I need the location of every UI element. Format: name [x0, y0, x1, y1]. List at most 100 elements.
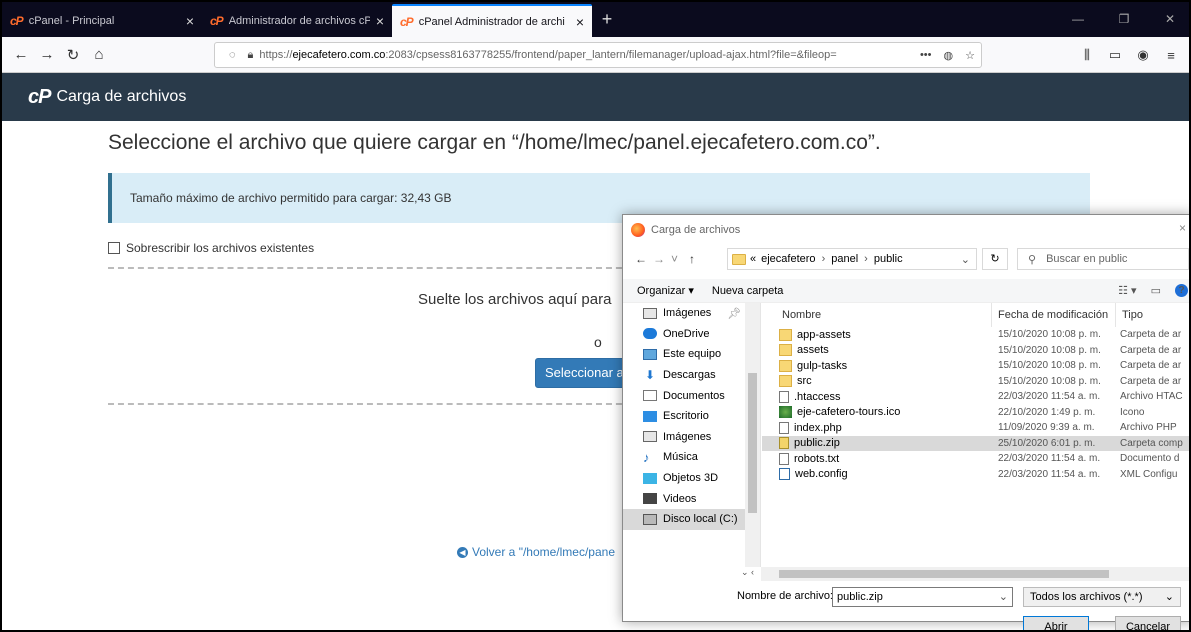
local-disk-icon: [643, 513, 657, 525]
breadcrumb-ejecafetero[interactable]: ejecafetero: [761, 253, 815, 265]
tree-item-imagenes[interactable]: Imágenes: [623, 427, 760, 448]
file-row-selected[interactable]: public.zip 25/10/2020 6:01 p. m. Carpeta c…: [762, 435, 1189, 451]
file-icon: [779, 390, 789, 403]
back-icon[interactable]: ←: [8, 46, 34, 63]
url-bar[interactable]: ◌ 🔒︎ https://ejecafetero.com.co:2083/cps…: [214, 42, 982, 68]
column-modified[interactable]: Fecha de modificación: [992, 303, 1116, 327]
file-row[interactable]: web.config 22/03/2020 11:54 a. m. XML Conf…: [762, 467, 1189, 483]
drop-text: Suelte los archivos aquí para: [418, 291, 612, 308]
tree-scrollbar[interactable]: [745, 303, 760, 567]
select-file-button[interactable]: Seleccionar ar: [535, 358, 635, 388]
file-row[interactable]: eje-cafetero-tours.ico 22/10/2020 1:49 p.…: [762, 405, 1189, 421]
scrollbar-thumb[interactable]: [748, 373, 757, 513]
back-link[interactable]: ◀ Volver a "/home/lmec/pane: [457, 545, 615, 559]
lock-icon[interactable]: 🔒︎: [248, 49, 254, 62]
maximize-icon[interactable]: ❐: [1101, 2, 1147, 37]
file-row[interactable]: gulp-tasks 15/10/2020 10:08 p. m. Carpeta …: [762, 358, 1189, 374]
new-folder-button[interactable]: Nueva carpeta: [712, 285, 784, 297]
tree-item-imagenes-quick[interactable]: Imágenes 📌︎: [623, 303, 760, 324]
tree-item-documentos[interactable]: Documentos: [623, 385, 760, 406]
tree-item-este-equipo[interactable]: Este equipo: [623, 344, 760, 365]
forward-icon[interactable]: →: [653, 252, 671, 266]
forward-icon[interactable]: →: [34, 46, 60, 63]
zip-file-icon: [779, 437, 789, 450]
menu-icon[interactable]: ≡: [1157, 48, 1185, 63]
chevron-down-icon[interactable]: ⌄: [961, 253, 970, 266]
folder-icon: [779, 328, 792, 341]
page-title: Seleccione el archivo que quiere cargar …: [108, 131, 881, 154]
pocket-icon[interactable]: ◍: [944, 49, 954, 62]
recent-dropdown-icon[interactable]: ˅: [671, 252, 689, 266]
cancel-button[interactable]: Cancelar: [1115, 616, 1181, 630]
file-row[interactable]: .htaccess 22/03/2020 11:54 a. m. Archivo H…: [762, 389, 1189, 405]
horizontal-scrollbar[interactable]: [761, 567, 1189, 581]
help-icon[interactable]: ?: [1175, 284, 1188, 297]
bookmark-star-icon[interactable]: ☆: [965, 49, 975, 62]
column-name[interactable]: Nombre: [762, 303, 992, 327]
organize-button[interactable]: Organizar ▾: [637, 284, 694, 297]
reload-icon[interactable]: ↻: [60, 46, 86, 64]
back-icon[interactable]: ←: [635, 252, 653, 266]
shield-icon[interactable]: ◌: [229, 49, 236, 61]
tree-item-descargas[interactable]: ⬇ Descargas: [623, 365, 760, 386]
cpanel-logo[interactable]: cP: [28, 86, 51, 109]
tree-item-musica[interactable]: ♪ Música: [623, 447, 760, 468]
more-icon[interactable]: •••: [920, 49, 932, 61]
chevron-down-icon[interactable]: ⌄: [1165, 588, 1174, 606]
breadcrumb[interactable]: « ejecafetero › panel › public ⌄: [727, 248, 977, 270]
tab-cpanel-principal[interactable]: cP cPanel - Principal ×: [2, 4, 202, 37]
new-tab-button[interactable]: +: [592, 9, 622, 30]
column-type[interactable]: Tipo: [1116, 303, 1143, 327]
tree-item-disco-local[interactable]: Disco local (C:): [623, 508, 760, 530]
refresh-icon[interactable]: ↻: [982, 248, 1008, 270]
music-icon: ♪: [643, 449, 650, 465]
minimize-icon[interactable]: —: [1055, 2, 1101, 37]
tab-file-manager[interactable]: cP Administrador de archivos cPa ×: [202, 4, 392, 37]
window-controls: — ❐ ✕: [1055, 2, 1189, 37]
or-text: o: [594, 334, 602, 350]
file-row[interactable]: robots.txt 22/03/2020 11:54 a. m. Document…: [762, 451, 1189, 467]
search-icon: ⚲: [1028, 253, 1037, 266]
open-button[interactable]: Abrir: [1023, 616, 1089, 630]
filename-input[interactable]: public.zip ⌄: [832, 587, 1013, 607]
desktop-icon: [643, 410, 657, 422]
cpanel-header: cP Carga de archivos: [2, 73, 1189, 121]
tree-item-objetos-3d[interactable]: Objetos 3D: [623, 468, 760, 489]
file-type-select[interactable]: Todos los archivos (*.*) ⌄: [1023, 587, 1181, 607]
chevron-down-icon[interactable]: ⌄ ‹: [741, 567, 754, 578]
up-icon[interactable]: ↑: [689, 252, 707, 266]
account-icon[interactable]: ◉: [1129, 47, 1157, 63]
checkbox-box[interactable]: [108, 242, 120, 254]
tree-item-videos[interactable]: Videos: [623, 488, 760, 509]
dialog-close-icon[interactable]: ×: [1179, 221, 1186, 235]
close-window-icon[interactable]: ✕: [1147, 2, 1189, 37]
search-input[interactable]: ⚲ Buscar en public: [1017, 248, 1189, 270]
text-file-icon: [779, 452, 789, 465]
preview-pane-icon[interactable]: ▭: [1151, 284, 1161, 297]
file-row[interactable]: assets 15/10/2020 10:08 p. m. Carpeta de a…: [762, 343, 1189, 359]
close-tab-icon[interactable]: ×: [186, 13, 194, 29]
tab-upload[interactable]: cP cPanel Administrador de archi ×: [392, 4, 592, 37]
breadcrumb-panel[interactable]: panel: [831, 253, 858, 265]
close-tab-icon[interactable]: ×: [576, 14, 584, 30]
tree-item-onedrive[interactable]: OneDrive: [623, 324, 760, 345]
chevron-right-icon: ›: [821, 253, 826, 265]
tree-item-escritorio[interactable]: Escritorio: [623, 406, 760, 427]
url-text[interactable]: https://ejecafetero.com.co:2083/cpsess81…: [259, 49, 914, 61]
chevron-down-icon[interactable]: ⌄: [999, 588, 1008, 606]
close-tab-icon[interactable]: ×: [376, 13, 384, 29]
file-row[interactable]: app-assets 15/10/2020 10:08 p. m. Carpeta …: [762, 327, 1189, 343]
home-icon[interactable]: ⌂: [86, 46, 112, 63]
arrow-left-circle-icon: ◀: [457, 546, 468, 558]
sidebar-icon[interactable]: ▭: [1101, 47, 1129, 63]
images-icon: [643, 431, 657, 443]
breadcrumb-public[interactable]: public: [874, 253, 903, 265]
view-options-icon[interactable]: ☷ ▾: [1118, 284, 1136, 297]
browser-window: cP cPanel - Principal × cP Administrador…: [0, 0, 1191, 632]
scrollbar-thumb[interactable]: [779, 570, 1109, 578]
file-row[interactable]: src 15/10/2020 10:08 p. m. Carpeta de ar: [762, 374, 1189, 390]
navigation-bar: ← → ↻ ⌂ ◌ 🔒︎ https://ejecafetero.com.co:…: [2, 37, 1189, 73]
overwrite-checkbox[interactable]: Sobrescribir los archivos existentes: [108, 241, 314, 255]
library-icon[interactable]: ⫼: [1073, 47, 1101, 63]
file-row[interactable]: index.php 11/09/2020 9:39 a. m. Archivo PH…: [762, 420, 1189, 436]
